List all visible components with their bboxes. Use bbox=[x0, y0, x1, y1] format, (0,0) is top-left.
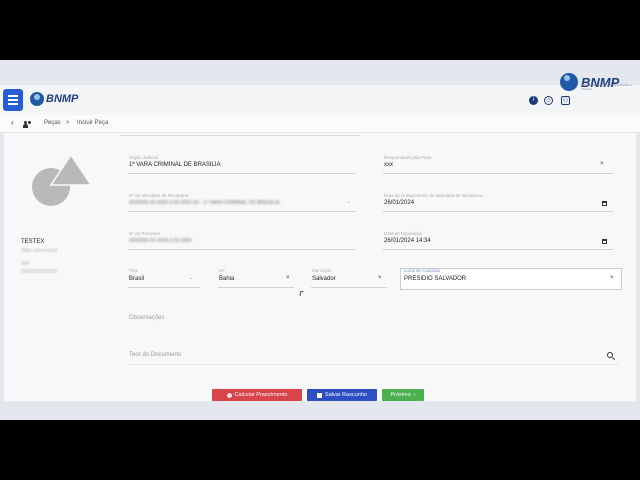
salvar-rascunho-label: Salvar Rascunho bbox=[325, 392, 367, 398]
mandado-label: Nº do Mandado de Recaptura bbox=[129, 193, 189, 198]
info-icon[interactable]: i bbox=[529, 96, 538, 105]
local-custodia-select[interactable]: PRESIDIO SALVADOR bbox=[404, 276, 466, 282]
processo-label: Nº do Processo bbox=[129, 231, 161, 236]
section-divider bbox=[120, 135, 360, 136]
person-name: TESTEX bbox=[21, 239, 45, 245]
breadcrumb-separator: > bbox=[66, 120, 70, 126]
uf-label: UF bbox=[219, 268, 225, 273]
accessibility-icon[interactable]: ☺ bbox=[544, 96, 553, 105]
pais-underline bbox=[128, 287, 200, 288]
mandado-field[interactable]: 0000000-00.0000.0.00.0000.00 - 1ª VARA C… bbox=[129, 200, 280, 206]
data-expedicao-field[interactable]: 26/01/2024 14:34 bbox=[384, 238, 431, 244]
search-icon[interactable] bbox=[607, 352, 613, 358]
uf-select[interactable]: Bahia bbox=[219, 276, 234, 282]
municipio-select[interactable]: Salvador bbox=[312, 276, 336, 282]
pais-select[interactable]: Brasil bbox=[129, 276, 144, 282]
person-avatar bbox=[32, 155, 91, 206]
data-expedicao-underline bbox=[383, 249, 613, 250]
proximo-button[interactable]: Próximo › bbox=[382, 389, 424, 401]
uf-underline bbox=[218, 287, 294, 288]
calcular-prazo-button[interactable]: Calcular Prazo/mento bbox=[212, 389, 302, 401]
processo-underline bbox=[128, 249, 356, 250]
pais-dropdown-arrow-icon[interactable]: - bbox=[190, 276, 192, 282]
logo-mark-icon bbox=[30, 92, 44, 106]
corner-watermark-logo: BNMP bbox=[560, 66, 640, 98]
processo-field[interactable]: 0000000-00.0000.0.00.0000 bbox=[129, 238, 192, 244]
menu-line bbox=[8, 103, 18, 105]
app-logo[interactable]: BNMP bbox=[30, 92, 78, 106]
user-account-icon[interactable]: ⚇ bbox=[561, 96, 570, 105]
breadcrumb-item-incluir-peca: Incluir Peça bbox=[77, 120, 109, 126]
clear-responsavel-icon[interactable]: × bbox=[600, 161, 604, 167]
hamburger-menu-button[interactable] bbox=[3, 89, 23, 111]
calcular-prazo-label: Calcular Prazo/mento bbox=[234, 392, 288, 398]
corner-logo-subtitle: Banco Nacional de Medidas Penais e Prisõ… bbox=[582, 83, 632, 91]
calendar-icon[interactable] bbox=[602, 239, 607, 244]
data-cumprimento-underline bbox=[383, 211, 613, 212]
teor-documento-field[interactable]: Teor do Documento bbox=[129, 352, 181, 358]
clock-icon bbox=[226, 392, 232, 398]
responsavel-field[interactable]: xxx bbox=[384, 162, 393, 168]
local-custodia-label: Local de Custódia bbox=[404, 268, 441, 273]
menu-line bbox=[8, 95, 18, 97]
data-cumprimento-label: Data de Cumprimento do Mandado de Recapt… bbox=[384, 193, 483, 198]
clear-uf-icon[interactable]: × bbox=[286, 275, 290, 281]
chevron-right-icon: › bbox=[413, 392, 416, 398]
menu-line bbox=[8, 99, 18, 101]
observacoes-field[interactable]: Observações bbox=[129, 315, 164, 321]
municipio-underline bbox=[311, 287, 387, 288]
salvar-rascunho-button[interactable]: Salvar Rascunho bbox=[307, 389, 377, 401]
clear-local-custodia-icon[interactable]: × bbox=[610, 275, 614, 281]
save-icon bbox=[317, 392, 323, 398]
data-cumprimento-field[interactable]: 26/01/2024 bbox=[384, 200, 414, 206]
responsavel-label: Responsável pela Peça bbox=[384, 155, 432, 160]
back-chevron-icon[interactable]: ‹ bbox=[11, 118, 14, 127]
responsavel-underline bbox=[383, 173, 613, 174]
person-detail-2: 000 bbox=[21, 261, 30, 267]
data-expedicao-label: Data de Expedição bbox=[384, 231, 423, 236]
municipio-label: Município bbox=[312, 268, 332, 273]
breadcrumb-item-pecas[interactable]: Peças bbox=[44, 120, 61, 126]
corner-logo-mark-icon bbox=[560, 73, 578, 91]
logo-text: BNMP bbox=[46, 93, 79, 105]
calendar-icon[interactable] bbox=[602, 201, 607, 206]
pais-label: País bbox=[129, 268, 139, 273]
mandado-underline bbox=[128, 211, 356, 212]
person-detail-1: (Não Informado) bbox=[21, 248, 58, 254]
clear-municipio-icon[interactable]: × bbox=[378, 275, 382, 281]
proximo-label: Próximo bbox=[390, 392, 411, 398]
orgao-underline bbox=[128, 173, 356, 174]
orgao-label: Órgão Judicial bbox=[129, 155, 158, 160]
people-icon bbox=[23, 121, 33, 128]
person-detail-3: 0000000000000 bbox=[21, 269, 58, 275]
teor-underline bbox=[128, 364, 618, 365]
mandado-dropdown-arrow-icon[interactable]: - bbox=[348, 200, 350, 206]
orgao-field[interactable]: 1ª VARA CRIMINAL DE BRASILIA bbox=[129, 162, 221, 168]
